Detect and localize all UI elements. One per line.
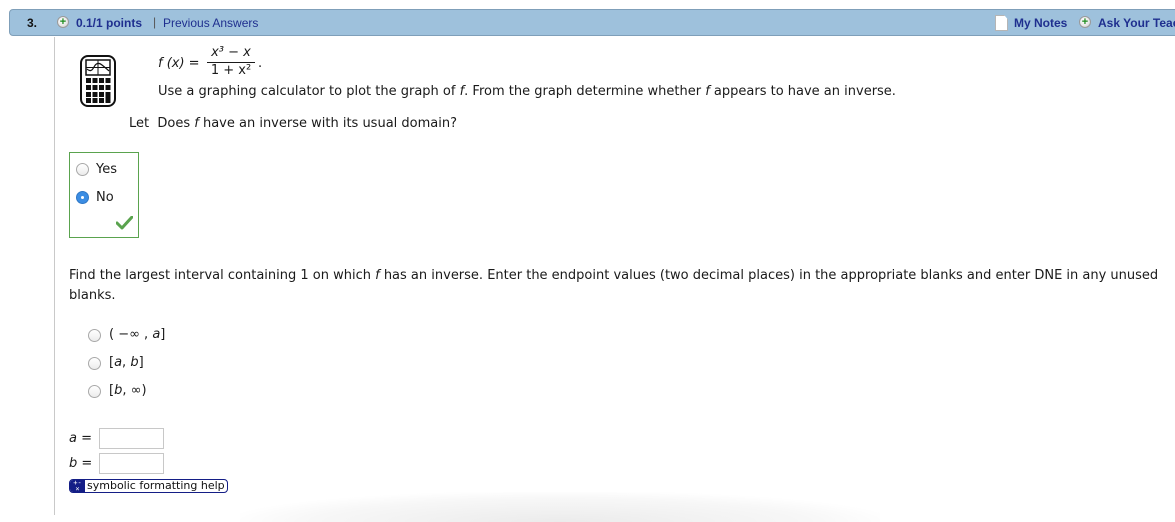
instr-part: . From the graph determine whether: [464, 84, 706, 99]
a-var: a: [69, 431, 77, 446]
symbolic-formatting-help-button[interactable]: +- × symbolic formatting help: [69, 479, 228, 493]
instr-part: appears to have an inverse.: [709, 84, 896, 99]
question-number: 3.: [27, 16, 38, 30]
equals: =: [76, 431, 92, 446]
my-notes-link[interactable]: My Notes: [1014, 16, 1067, 30]
plus-circle-icon: +: [57, 16, 69, 28]
period: .: [258, 56, 263, 71]
interval-b-inf[interactable]: [b, ∞): [109, 383, 147, 398]
interval-text: ( −∞ ,: [109, 327, 153, 342]
q2-part: Find the largest interval containing 1 o…: [69, 268, 376, 283]
separator: |: [153, 15, 157, 29]
function-lhs: f (x) =: [158, 56, 200, 71]
points-label: 0.1/1 points: [76, 16, 143, 30]
question-1-text: Let Does f have an inverse with its usua…: [129, 116, 457, 131]
fraction-denominator: 1 + x²: [210, 63, 252, 78]
fraction-numerator: x³ − x: [207, 45, 255, 63]
symbolic-help-label: symbolic formatting help: [87, 479, 225, 492]
option-yes-label[interactable]: Yes: [96, 162, 117, 177]
previous-answers-link[interactable]: Previous Answers: [163, 16, 258, 30]
function-lhs-text: f (x) =: [158, 56, 200, 71]
interval-var: b: [130, 355, 139, 370]
radio-interval-a-b[interactable]: [88, 357, 101, 370]
correct-check-icon: [116, 216, 133, 230]
interval-neg-inf-a[interactable]: ( −∞ , a]: [109, 327, 165, 342]
radio-no[interactable]: [76, 191, 89, 204]
q1-part: have an inverse with its usual domain?: [198, 116, 457, 131]
radio-yes[interactable]: [76, 163, 89, 176]
a-input[interactable]: [99, 428, 164, 449]
radio-interval-b-inf[interactable]: [88, 385, 101, 398]
a-label: a =: [69, 431, 92, 446]
note-page-icon: [995, 15, 1008, 31]
ask-teacher-link[interactable]: Ask Your Teacher: [1098, 16, 1175, 30]
numerator-text: x³ − x: [211, 45, 251, 60]
function-fraction: x³ − x 1 + x²: [207, 45, 255, 78]
b-input[interactable]: [99, 453, 164, 474]
b-label: b =: [69, 456, 92, 471]
option-no-label[interactable]: No: [96, 190, 114, 205]
question-2-text: Find the largest interval containing 1 o…: [69, 266, 1169, 306]
instruction-text: Use a graphing calculator to plot the gr…: [158, 84, 896, 99]
interval-a-b[interactable]: [a, b]: [109, 355, 144, 370]
interval-text: , ∞): [122, 383, 147, 398]
interval-text: ]: [138, 355, 144, 370]
left-divider: [54, 37, 55, 515]
graphing-calculator-icon: [80, 55, 116, 107]
bottom-shadow: [240, 492, 880, 522]
instr-part: Use a graphing calculator to plot the gr…: [158, 84, 460, 99]
plus-circle-icon: +: [1079, 16, 1091, 28]
equals: =: [77, 456, 93, 471]
radio-interval-neg-inf-a[interactable]: [88, 329, 101, 342]
interval-text: ]: [160, 327, 166, 342]
interval-var: a: [114, 355, 123, 370]
q1-part: Let Does: [129, 116, 195, 131]
question-header: 3. + 0.1/1 points | Previous Answers My …: [9, 9, 1175, 36]
math-symbols-icon: +- ×: [70, 480, 85, 493]
